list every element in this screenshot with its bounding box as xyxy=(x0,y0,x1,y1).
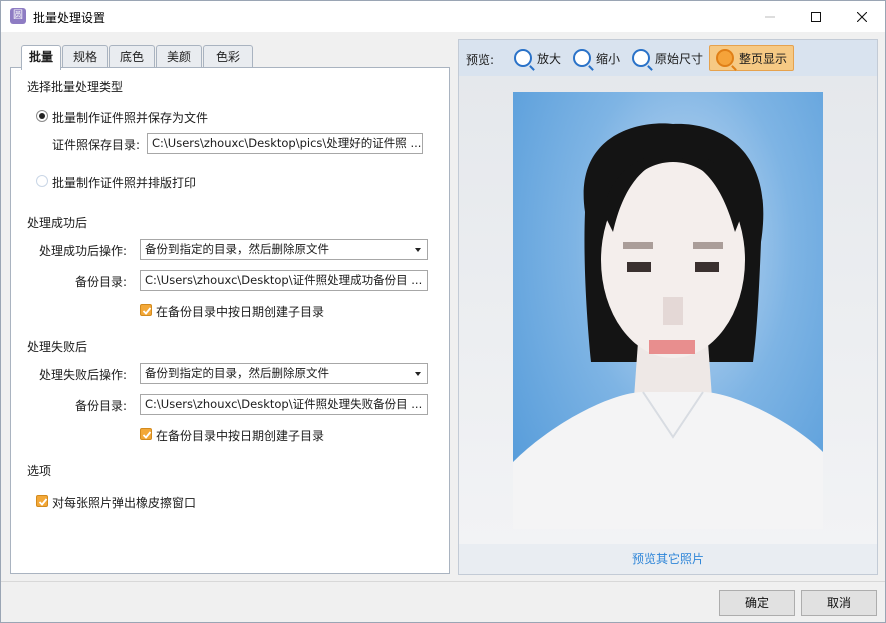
maximize-button[interactable] xyxy=(793,1,839,32)
fail-backup-field[interactable]: C:\Users\zhouxc\Desktop\证件照处理失败备份目 ... xyxy=(140,394,428,415)
close-button[interactable] xyxy=(839,1,885,32)
chevron-down-icon xyxy=(415,248,421,252)
minimize-icon xyxy=(765,16,775,17)
fail-op-value: 备份到指定的目录，然后删除原文件 xyxy=(145,366,329,380)
fail-op-label: 处理失败后操作: xyxy=(39,368,128,382)
portrait-image xyxy=(513,123,823,529)
option-print-label[interactable]: 批量制作证件照并排版打印 xyxy=(52,174,196,191)
id-photo-preview xyxy=(513,92,823,529)
maximize-icon xyxy=(811,11,821,22)
batch-settings-panel: 选择批量处理类型 批量制作证件照并保存为文件 证件照保存目录: C:\Users… xyxy=(10,67,450,574)
batch-settings-dialog: 圆 批量处理设置 批量 规格 底色 美颜 色彩 选择批量处理类型 批量制作证件照… xyxy=(0,0,886,623)
tab-batch[interactable]: 批量 xyxy=(21,45,61,70)
save-dir-label: 证件照保存目录: xyxy=(52,138,141,152)
radio-print[interactable] xyxy=(36,175,48,187)
preview-panel: 预览: 放大 缩小 原始尺寸 整页显示 预览其它照片 xyxy=(458,39,878,575)
fit-page-label: 整页显示 xyxy=(739,51,788,66)
preview-label: 预览: xyxy=(466,53,495,67)
ok-button[interactable]: 确定 xyxy=(719,590,795,616)
app-icon: 圆 xyxy=(10,8,26,24)
zoom-out-icon xyxy=(573,49,591,67)
fail-date-subdir-checkbox[interactable] xyxy=(140,428,152,440)
photo-preview-area xyxy=(459,76,877,544)
fit-page-icon xyxy=(716,49,734,67)
zoom-in-button[interactable]: 放大 xyxy=(514,45,561,71)
option-save-file-label[interactable]: 批量制作证件照并保存为文件 xyxy=(52,109,208,126)
radio-save-file[interactable] xyxy=(36,110,48,122)
window-title: 批量处理设置 xyxy=(33,11,106,25)
preview-toolbar: 预览: 放大 缩小 原始尺寸 整页显示 xyxy=(459,40,877,76)
original-size-button[interactable]: 原始尺寸 xyxy=(632,45,703,71)
check-icon xyxy=(142,307,152,315)
options-heading: 选项 xyxy=(27,464,52,478)
check-icon xyxy=(142,431,152,439)
fail-date-subdir-label[interactable]: 在备份目录中按日期创建子目录 xyxy=(156,427,324,444)
cancel-button[interactable]: 取消 xyxy=(801,590,877,616)
success-op-value: 备份到指定的目录，然后删除原文件 xyxy=(145,242,329,256)
zoom-in-label: 放大 xyxy=(537,51,562,66)
zoom-out-label: 缩小 xyxy=(596,51,621,66)
chevron-down-icon xyxy=(415,372,421,376)
success-date-subdir-checkbox[interactable] xyxy=(140,304,152,316)
title-bar: 圆 批量处理设置 xyxy=(1,1,885,32)
dialog-button-bar: 确定 取消 xyxy=(1,581,885,622)
success-op-select[interactable]: 备份到指定的目录，然后删除原文件 xyxy=(140,239,428,260)
success-date-subdir-label[interactable]: 在备份目录中按日期创建子目录 xyxy=(156,303,324,320)
fail-backup-label: 备份目录: xyxy=(75,399,128,413)
eraser-popup-checkbox[interactable] xyxy=(36,495,48,507)
zoom-in-icon xyxy=(514,49,532,67)
preview-other-photos-link[interactable]: 预览其它照片 xyxy=(459,544,877,574)
save-dir-field[interactable]: C:\Users\zhouxc\Desktop\pics\处理好的证件照 ... xyxy=(147,133,423,154)
tab-color[interactable]: 色彩 xyxy=(203,45,253,68)
zoom-out-button[interactable]: 缩小 xyxy=(573,45,620,71)
check-icon xyxy=(38,498,48,506)
eraser-popup-label[interactable]: 对每张照片弹出橡皮擦窗口 xyxy=(52,494,196,511)
section-type-heading: 选择批量处理类型 xyxy=(27,80,124,94)
tab-background[interactable]: 底色 xyxy=(109,45,155,68)
minimize-button[interactable] xyxy=(747,1,793,32)
tab-spec[interactable]: 规格 xyxy=(62,45,108,68)
tab-beauty[interactable]: 美颜 xyxy=(156,45,202,68)
original-size-icon xyxy=(632,49,650,67)
success-backup-label: 备份目录: xyxy=(75,275,128,289)
success-op-label: 处理成功后操作: xyxy=(39,244,128,258)
close-icon xyxy=(857,11,867,22)
fail-op-select[interactable]: 备份到指定的目录，然后删除原文件 xyxy=(140,363,428,384)
success-heading: 处理成功后 xyxy=(27,216,88,230)
original-size-label: 原始尺寸 xyxy=(655,51,704,66)
fail-heading: 处理失败后 xyxy=(27,340,88,354)
fit-page-button[interactable]: 整页显示 xyxy=(709,45,795,71)
success-backup-field[interactable]: C:\Users\zhouxc\Desktop\证件照处理成功备份目 ... xyxy=(140,270,428,291)
